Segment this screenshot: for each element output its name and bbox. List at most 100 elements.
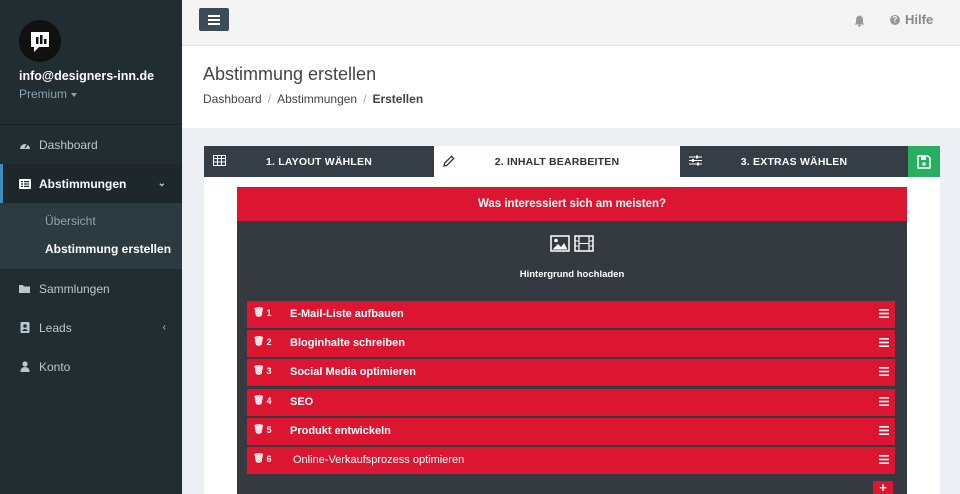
- breadcrumb-current: Erstellen: [372, 92, 424, 106]
- pencil-icon: [443, 155, 455, 170]
- tab-label: 2. INHALT BEARBEITEN: [494, 155, 620, 168]
- answer-text[interactable]: Bloginhalte schreiben: [290, 337, 405, 349]
- sidebar-item-dashboard[interactable]: Dashboard: [0, 125, 182, 164]
- sidebar-item-label: Sammlungen: [39, 281, 110, 296]
- question-input[interactable]: Was interessiert sich am meisten?: [237, 187, 907, 221]
- sliders-icon: [689, 155, 702, 169]
- delete-answer-button[interactable]: 🗑 1: [253, 307, 271, 318]
- background-upload-label[interactable]: Hintergrund hochladen: [237, 269, 907, 280]
- answer-number: 5: [266, 424, 272, 435]
- tab-extras[interactable]: 3. EXTRAS WÄHLEN: [680, 146, 908, 177]
- help-label: Hilfe: [905, 12, 934, 27]
- sidebar-item-label: Abstimmungen: [39, 176, 127, 191]
- answer-row[interactable]: 🗑 1 E-Mail-Liste aufbauen: [247, 301, 895, 328]
- folder-icon: [19, 283, 31, 295]
- tab-layout[interactable]: 1. LAYOUT WÄHLEN: [204, 146, 434, 177]
- answer-row[interactable]: 🗑 4 SEO: [247, 389, 895, 416]
- dashboard-icon: [19, 139, 31, 151]
- hamburger-icon: [208, 14, 220, 25]
- page-title: Abstimmung erstellen: [203, 64, 377, 84]
- drag-handle-icon[interactable]: [879, 397, 889, 406]
- answer-row[interactable]: 🗑 2 Bloginhalte schreiben: [247, 330, 895, 357]
- breadcrumb: Dashboard / Abstimmungen / Erstellen: [203, 92, 423, 106]
- help-link[interactable]: ? Hilfe: [890, 12, 933, 27]
- answer-text[interactable]: Online-Verkaufsprozess optimieren: [293, 454, 464, 466]
- user-icon: [19, 361, 31, 373]
- profile: info@designers-inn.de Premium: [0, 0, 182, 124]
- tab-inhalt[interactable]: 2. INHALT BEARBEITEN: [434, 146, 680, 177]
- question-circle-icon: ?: [890, 14, 900, 25]
- plan-dropdown[interactable]: Premium: [19, 87, 163, 101]
- answer-text[interactable]: Produkt entwickeln: [290, 425, 391, 437]
- answer-number: 1: [266, 307, 272, 318]
- add-answer-button[interactable]: +: [873, 481, 893, 494]
- drag-handle-icon[interactable]: [879, 338, 889, 347]
- plan-label: Premium: [19, 87, 68, 101]
- delete-answer-button[interactable]: 🗑 4: [253, 395, 271, 406]
- breadcrumb-dashboard[interactable]: Dashboard: [203, 92, 262, 106]
- tab-label: 3. EXTRAS WÄHLEN: [740, 155, 848, 168]
- subnav-item-abstimmung-erstellen[interactable]: Abstimmung erstellen: [0, 235, 182, 263]
- sidebar-nav: Dashboard Abstimmungen ⌄ Übersicht Absti…: [0, 124, 182, 386]
- subnav-item-uebersicht[interactable]: Übersicht: [0, 207, 182, 235]
- delete-answer-button[interactable]: 🗑 2: [253, 336, 271, 347]
- delete-answer-button[interactable]: 🗑 5: [253, 424, 271, 435]
- trash-icon: 🗑: [253, 395, 265, 405]
- contact-book-icon: [19, 322, 31, 334]
- answer-number: 4: [266, 395, 272, 406]
- film-icon: [574, 235, 594, 252]
- logo-icon: [19, 20, 61, 62]
- answer-text[interactable]: E-Mail-Liste aufbauen: [290, 308, 404, 320]
- background-upload-icons[interactable]: [237, 235, 907, 252]
- editor-panel: Was interessiert sich am meisten? Hinter…: [204, 177, 940, 494]
- topbar: ? Hilfe: [182, 0, 960, 46]
- sidebar: info@designers-inn.de Premium Dashboard …: [0, 0, 182, 494]
- breadcrumb-separator: /: [267, 92, 272, 106]
- breadcrumb-abstimmungen[interactable]: Abstimmungen: [277, 92, 357, 106]
- answer-number: 6: [266, 453, 272, 464]
- answer-number: 2: [266, 336, 272, 347]
- sidebar-item-label: Konto: [39, 359, 71, 374]
- drag-handle-icon[interactable]: [879, 426, 889, 435]
- answer-row[interactable]: 🗑 3 Social Media optimieren: [247, 359, 895, 386]
- answer-text[interactable]: SEO: [290, 396, 313, 408]
- trash-icon: 🗑: [253, 307, 265, 317]
- sidebar-item-label: Dashboard: [39, 137, 98, 152]
- sidebar-item-leads[interactable]: Leads ‹: [0, 308, 182, 347]
- sidebar-item-abstimmungen[interactable]: Abstimmungen ⌄: [0, 164, 182, 203]
- save-button[interactable]: [908, 146, 940, 177]
- chevron-left-icon: ‹: [162, 322, 166, 333]
- trash-icon: 🗑: [253, 336, 265, 346]
- delete-answer-button[interactable]: 🗑 3: [253, 365, 271, 376]
- answer-number: 3: [266, 365, 272, 376]
- list-icon: [19, 178, 31, 190]
- trash-icon: 🗑: [253, 424, 265, 434]
- page-header: Abstimmung erstellen Dashboard / Abstimmun…: [182, 46, 960, 128]
- answer-row[interactable]: 🗑 5 Produkt entwickeln: [247, 418, 895, 445]
- wizard-tabs: 1. LAYOUT WÄHLEN 2. INHALT BEARBEITEN 3.…: [204, 146, 940, 177]
- drag-handle-icon[interactable]: [879, 367, 889, 376]
- tab-label: 1. LAYOUT WÄHLEN: [265, 155, 373, 168]
- drag-handle-icon[interactable]: [879, 455, 889, 464]
- sidebar-subnav: Übersicht Abstimmung erstellen: [0, 203, 182, 269]
- menu-toggle-button[interactable]: [199, 8, 229, 31]
- sidebar-item-sammlungen[interactable]: Sammlungen: [0, 269, 182, 308]
- chevron-down-icon: ⌄: [157, 178, 166, 189]
- delete-answer-button[interactable]: 🗑 6: [253, 453, 271, 464]
- breadcrumb-separator: /: [363, 92, 367, 106]
- trash-icon: 🗑: [253, 453, 265, 463]
- profile-email: info@designers-inn.de: [19, 69, 155, 83]
- sidebar-item-konto[interactable]: Konto: [0, 347, 182, 386]
- caret-down-icon: [71, 92, 78, 97]
- sidebar-item-label: Leads: [39, 320, 72, 335]
- answer-area: Hintergrund hochladen 🗑 1 E-Mail-Liste au…: [237, 221, 907, 494]
- answer-text[interactable]: Social Media optimieren: [290, 366, 416, 378]
- answer-row[interactable]: 🗑 6 Online-Verkaufsprozess optimieren: [247, 447, 895, 474]
- bell-icon[interactable]: [854, 14, 865, 32]
- trash-icon: 🗑: [253, 365, 265, 375]
- floppy-disk-icon: [917, 154, 931, 169]
- drag-handle-icon[interactable]: [879, 309, 889, 318]
- avatar[interactable]: [19, 20, 61, 62]
- table-icon: [213, 155, 226, 169]
- image-icon: [550, 235, 570, 252]
